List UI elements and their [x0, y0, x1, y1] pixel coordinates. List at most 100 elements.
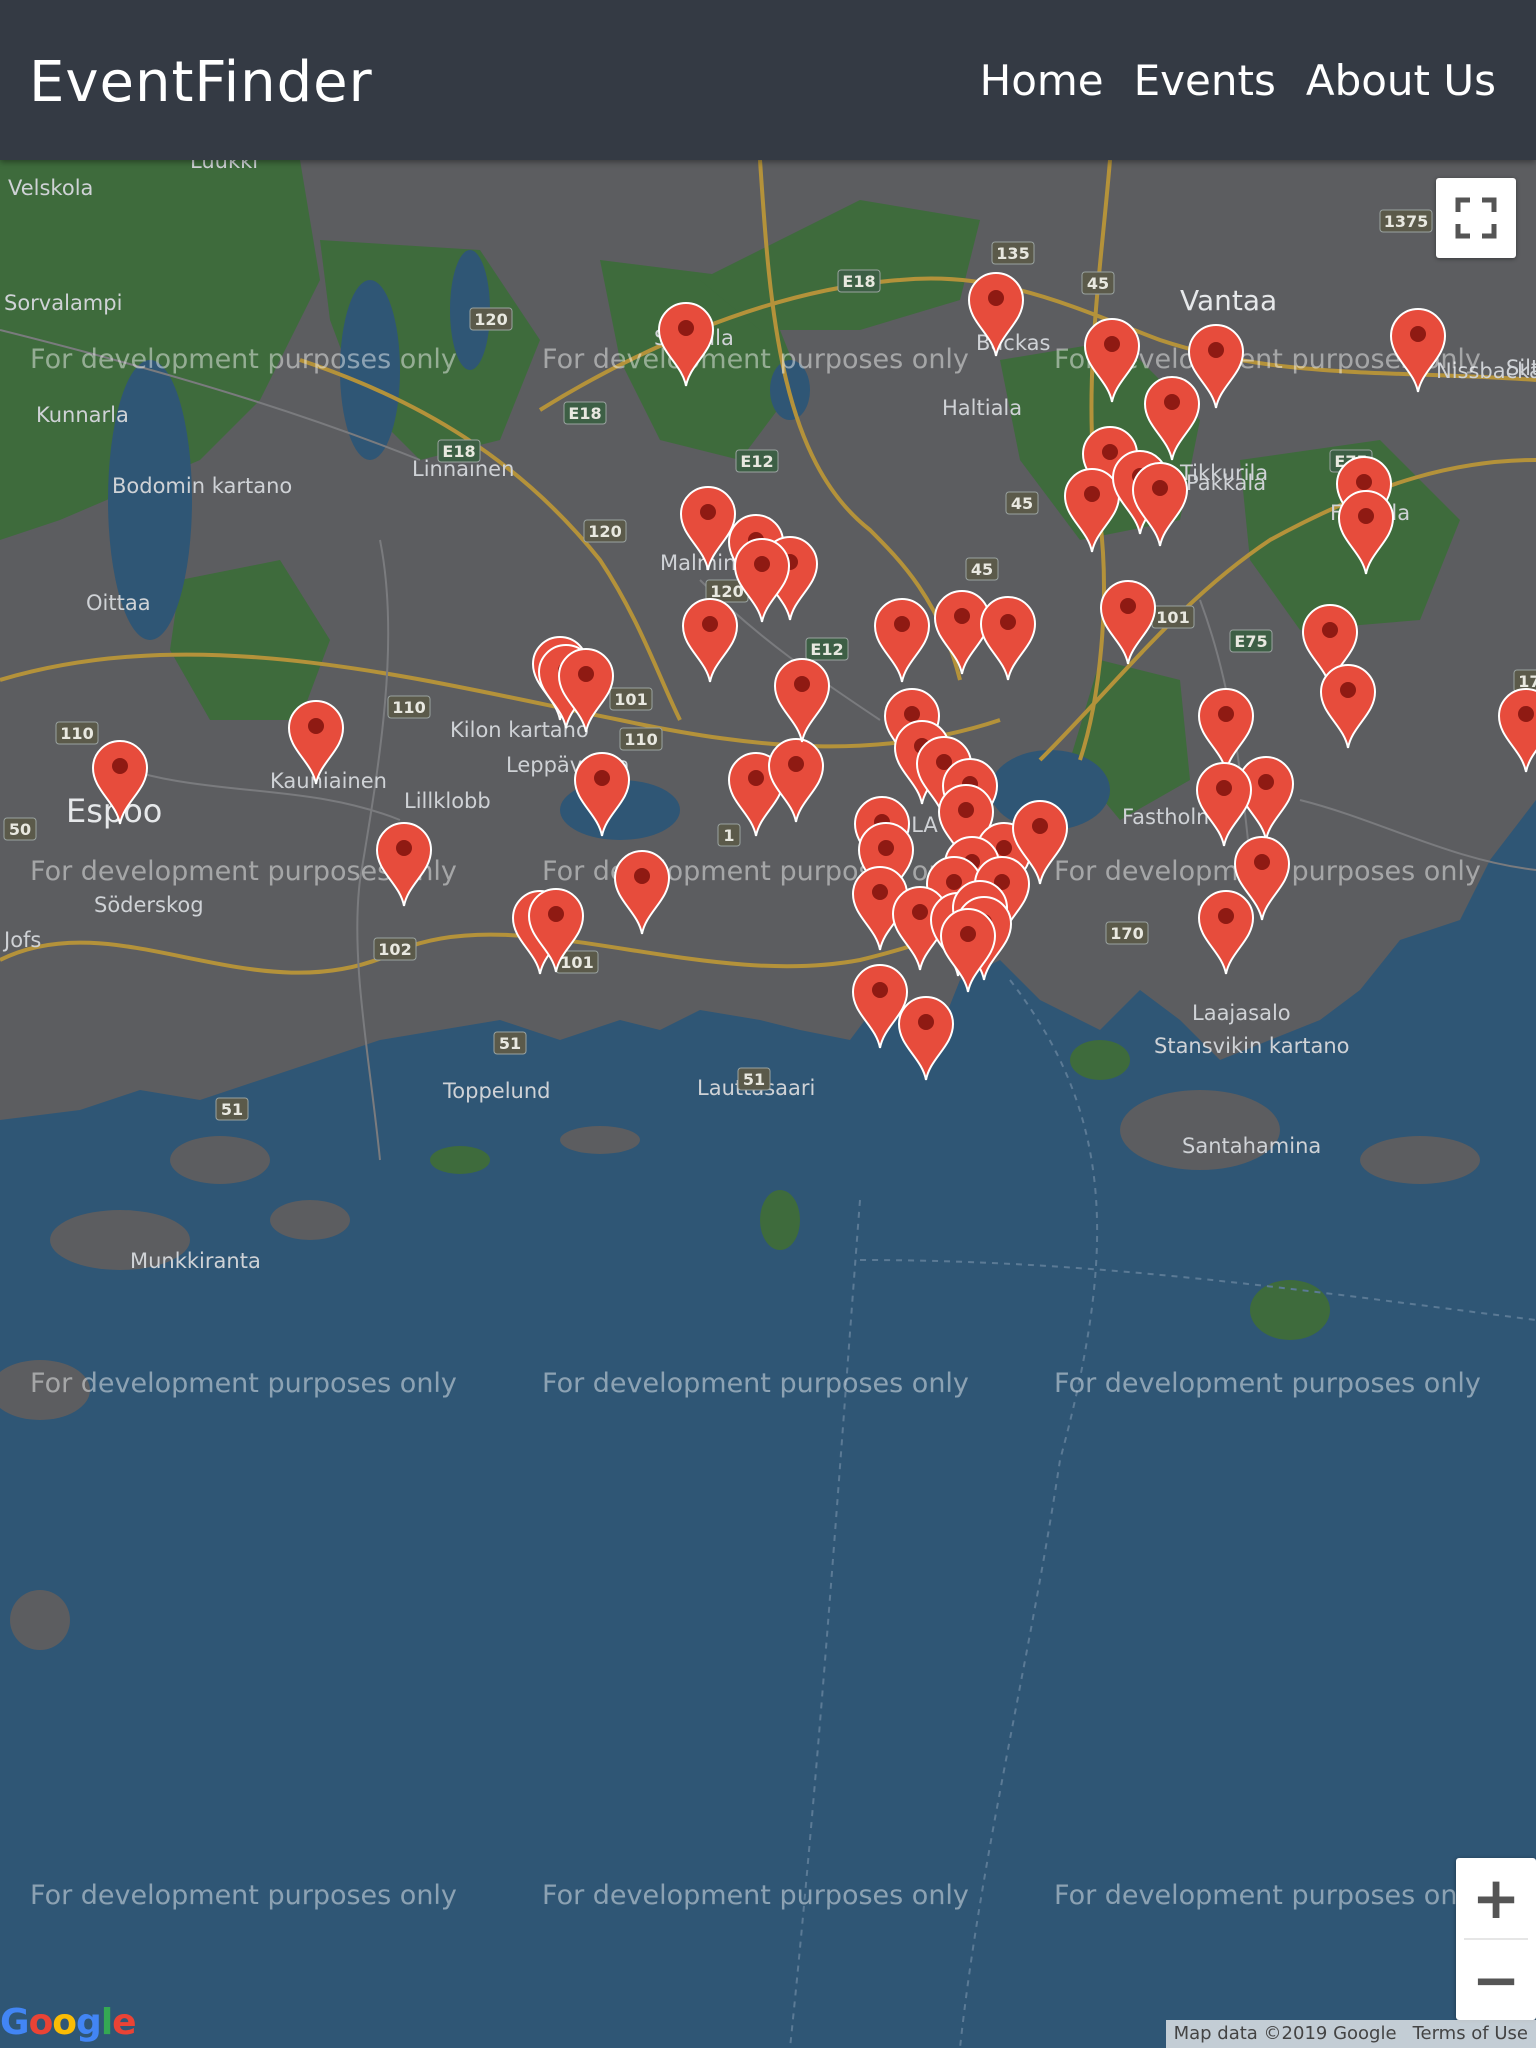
road-shield-label: 45: [971, 560, 993, 579]
marker-dot: [678, 320, 694, 336]
nav-about-link[interactable]: About Us: [1306, 56, 1496, 105]
marker-dot: [878, 840, 894, 856]
logo-letter: e: [112, 2002, 136, 2043]
marker-dot: [918, 1014, 934, 1030]
marker-dot: [700, 504, 716, 520]
place-label: Bodomin kartano: [112, 474, 292, 498]
marker-dot: [954, 608, 970, 624]
brand-logo[interactable]: EventFinder: [29, 50, 373, 115]
marker-dot: [578, 666, 594, 682]
place-label: Pakkala: [1186, 471, 1266, 495]
place-label: Kunnarla: [36, 403, 129, 427]
marker-dot: [1518, 706, 1534, 722]
road-shield-label: 50: [9, 820, 31, 839]
place-label: Siltamäki: [1506, 356, 1536, 380]
island: [1360, 1136, 1480, 1184]
marker-dot: [872, 884, 888, 900]
watermark-text: For development purposes only: [542, 1368, 969, 1399]
island: [560, 1126, 640, 1154]
place-label: Santahamina: [1182, 1134, 1321, 1158]
place-label: Lillklobb: [404, 789, 491, 813]
road-shield-label: 45: [1087, 274, 1109, 293]
marker-dot: [1356, 474, 1372, 490]
marker-dot: [1104, 336, 1120, 352]
road-shield-label: 51: [221, 1100, 243, 1119]
road-shield-label: E18: [842, 272, 875, 291]
marker-dot: [1152, 480, 1168, 496]
island: [1120, 1090, 1280, 1170]
marker-dot: [794, 676, 810, 692]
marker-pin: [897, 996, 955, 1081]
marker-dot: [1322, 622, 1338, 638]
place-label: Toppelund: [442, 1079, 550, 1103]
road-shield-label: 101: [1156, 608, 1189, 627]
marker-dot: [594, 770, 610, 786]
place-label: Velskola: [8, 176, 93, 200]
place-label: Munkkiranta: [130, 1249, 261, 1273]
road-shield-label: E12: [740, 452, 773, 471]
place-label: Stansvikin kartano: [1154, 1034, 1349, 1058]
marker-dot: [1102, 444, 1118, 460]
watermark-text: For development purposes only: [1054, 1880, 1481, 1911]
road-shield-label: 120: [588, 522, 621, 541]
fullscreen-button[interactable]: [1436, 178, 1516, 258]
road-shield-label: 120: [710, 582, 743, 601]
map-data-text: Map data ©2019 Google: [1173, 2023, 1397, 2044]
marker-dot: [1218, 908, 1234, 924]
marker-dot: [1216, 780, 1232, 796]
nav-links: Home Events About Us: [980, 56, 1496, 105]
place-label: Jofs: [2, 928, 41, 952]
island: [430, 1146, 490, 1174]
watermark-text: For development purposes only: [30, 344, 457, 375]
logo-letter: o: [28, 2002, 54, 2043]
island: [1070, 1040, 1130, 1080]
terms-link[interactable]: Terms of Use: [1405, 2020, 1536, 2048]
event-marker[interactable]: [851, 964, 909, 1049]
fullscreen-icon: [1455, 197, 1497, 239]
road-shield-label: 1: [723, 826, 734, 845]
marker-dot: [1000, 614, 1016, 630]
road-shield-label: E75: [1234, 632, 1267, 651]
marker-dot: [946, 874, 962, 890]
nav-events-link[interactable]: Events: [1134, 56, 1276, 105]
logo-letter: l: [100, 2002, 113, 2043]
place-label: Luukki: [190, 160, 258, 173]
marker-dot: [1340, 682, 1356, 698]
zoom-controls: + −: [1456, 1858, 1536, 2020]
road-shield-label: 101: [560, 953, 593, 972]
road-shield-label: 110: [392, 698, 425, 717]
marker-dot: [748, 770, 764, 786]
road-shield-label: 101: [614, 690, 647, 709]
island: [170, 1136, 270, 1184]
marker-dot: [960, 926, 976, 942]
road-shield-label: 51: [743, 1070, 765, 1089]
logo-letter: G: [0, 2002, 30, 2043]
nav-home-link[interactable]: Home: [980, 56, 1104, 105]
marker-dot: [1084, 486, 1100, 502]
marker-dot: [1410, 326, 1426, 342]
place-label: Laajasalo: [1192, 1001, 1291, 1025]
marker-dot: [988, 290, 1004, 306]
map-canvas[interactable]: Luukki Velskola Sorvalampi Kunnarla Bodomin …: [0, 160, 1536, 2048]
road-shield-label: 102: [378, 940, 411, 959]
island: [270, 1200, 350, 1240]
logo-letter: o: [52, 2002, 77, 2043]
map[interactable]: Luukki Velskola Sorvalampi Kunnarla Bodomin …: [0, 160, 1536, 2048]
place-label: Oittaa: [86, 591, 151, 615]
road-shield-label: E18: [568, 404, 601, 423]
place-label: Kauniainen: [270, 769, 387, 793]
marker-dot: [788, 756, 804, 772]
watermark-text: For development purposes only: [30, 1368, 457, 1399]
marker-dot: [1120, 598, 1136, 614]
road-shield-label: 1375: [1384, 212, 1429, 231]
road-shield-label: 45: [1011, 494, 1033, 513]
road-shield-label: E18: [442, 442, 475, 461]
road-shield-label: 110: [60, 724, 93, 743]
place-label: Sorvalampi: [4, 291, 122, 315]
marker-dot: [754, 556, 770, 572]
event-marker[interactable]: [897, 996, 955, 1081]
zoom-in-button[interactable]: +: [1456, 1858, 1536, 1938]
marker-dot: [1254, 854, 1270, 870]
marker-dot: [996, 840, 1012, 856]
zoom-out-button[interactable]: −: [1456, 1940, 1536, 2020]
